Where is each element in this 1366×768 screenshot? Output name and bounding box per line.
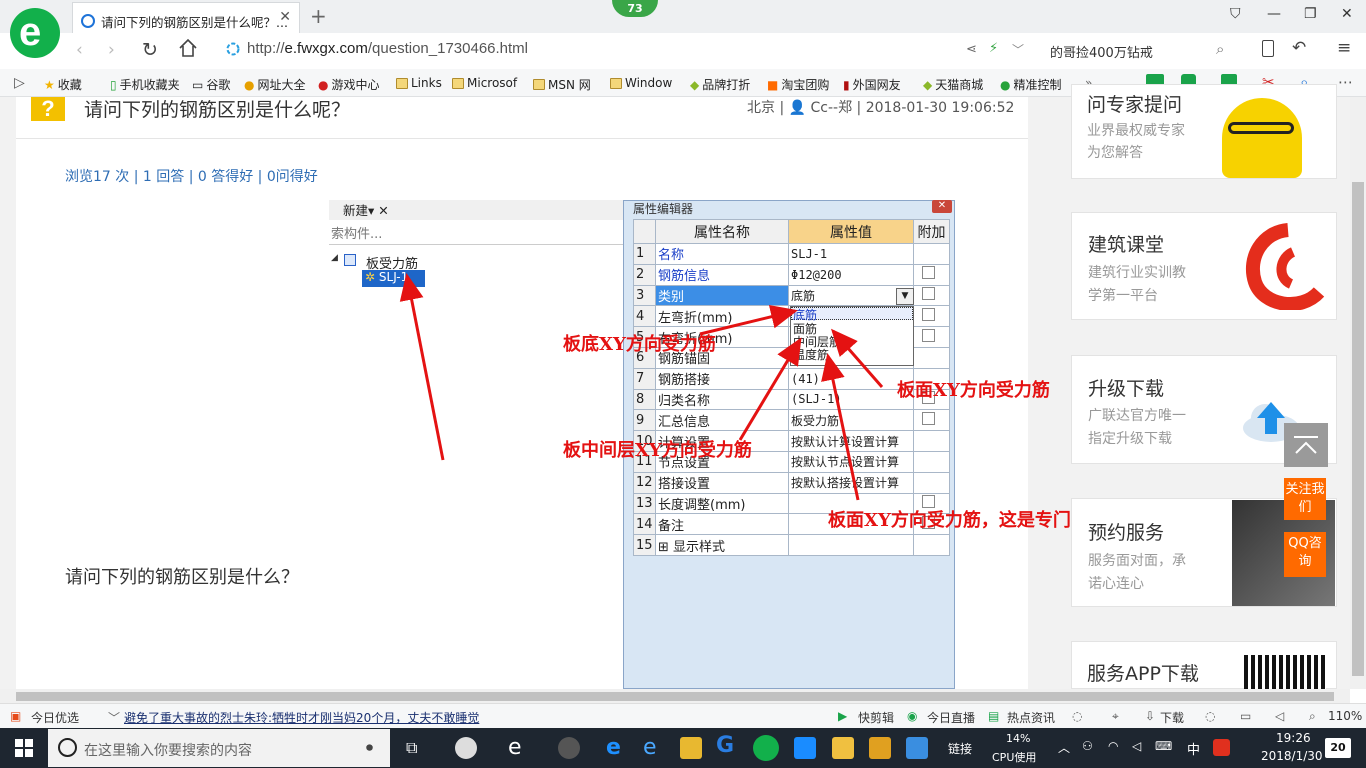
notification-center-button[interactable]: 20 [1325,738,1351,758]
speed-icon[interactable]: ◌ [1072,709,1082,723]
zoom-icon: ⌕ [1309,709,1316,723]
edge-e-icon[interactable]: e [508,735,522,760]
status-daily-picks[interactable]: 今日优选 [31,709,79,726]
ie-icon[interactable]: e [643,735,657,760]
annotation-top: 板面XY方向受力筋 [897,380,1050,401]
mascot-icon [1222,98,1302,178]
mute-icon[interactable]: ◁ [1275,709,1284,723]
sidebar-service-sub: 诺心连心 [1088,576,1144,592]
microphone-icon[interactable]: ⏺ [366,740,373,756]
g-app-icon[interactable]: G [716,733,734,758]
follow-us-button[interactable]: 关注我们 [1284,478,1326,520]
pin-icon[interactable]: ⌖ [1112,709,1119,724]
task-view-icon[interactable]: ⧉ [406,738,417,758]
sidebar-upgrade-sub: 指定升级下载 [1088,431,1172,447]
chevron-down-icon: ﹀ [108,711,121,725]
window-icon[interactable]: ▭ [1240,709,1251,723]
edge-icon[interactable]: e [606,735,621,760]
clock-time[interactable]: 19:26 [1276,731,1311,745]
status-clip[interactable]: 快剪辑 [858,709,894,726]
vertical-scroll-thumb[interactable] [1352,182,1364,676]
cpu-percent: 14% [1006,732,1031,745]
sidebar-expert-sub: 为您解答 [1087,145,1143,161]
annotation-bottom: 板底XY方向受力筋 [563,334,716,355]
taskbar-links[interactable]: 链接 [948,740,972,757]
arrow [821,353,860,501]
file-explorer-icon[interactable] [680,737,702,759]
annotation-middle: 板中间层XY方向受力筋 [563,440,752,461]
clean-icon[interactable]: ◌ [1205,709,1215,723]
status-news-link[interactable]: 避免了重大事故的烈士朱玲:牺牲时才刚当妈20个月，丈夫不敢睡觉 [124,709,479,726]
sidebar-service-title: 预约服务 [1088,522,1165,544]
sogou-icon[interactable] [1213,739,1230,756]
clip-icon: ▶ [838,709,848,723]
media-app-icon[interactable] [906,737,928,759]
arrow [831,328,884,388]
notes-app-icon[interactable] [832,737,854,759]
clock-date[interactable]: 2018/1/30 [1261,749,1323,763]
status-hot-news[interactable]: 热点资讯 [1007,709,1055,726]
horizontal-scroll-thumb[interactable] [16,692,1334,701]
news-icon: ▤ [988,709,1000,723]
sidebar-course-sub: 建筑行业实训教 [1088,265,1186,281]
gift-icon: ▣ [10,709,22,723]
ime-indicator[interactable]: 中 [1187,739,1200,758]
qr-code-icon [1244,655,1326,689]
sidebar-expert-title: 问专家提问 [1087,94,1183,116]
arrow [399,273,445,461]
browser-taskbar-icon[interactable] [753,735,779,761]
people-icon[interactable]: ⚇ [1082,739,1093,753]
glasses-icon [1228,122,1294,134]
keyboard-icon[interactable]: ⌨ [1155,739,1172,753]
live-icon: ◉ [907,709,918,723]
back-to-top-button[interactable] [1284,423,1328,467]
download-icon: ⇩ [1145,709,1156,723]
windows-start-icon[interactable] [15,739,33,757]
sidebar-upgrade-sub: 广联达官方唯一 [1088,408,1186,424]
app-icon[interactable] [558,737,580,759]
help-app-icon[interactable] [869,737,891,759]
sidebar-expert-sub: 业界最权威专家 [1087,123,1185,139]
puzzle-app-icon[interactable] [794,737,816,759]
volume-icon[interactable]: ◁ [1132,739,1141,753]
arrow [738,337,802,441]
taskbar-search-input[interactable]: 在这里输入你要搜索的内容 [84,740,252,760]
zoom-level[interactable]: 110% [1328,709,1362,723]
sidebar-service-sub: 服务面对面，承 [1088,553,1186,569]
course-logo-icon [1243,222,1333,310]
cpu-label: CPU使用 [992,751,1037,764]
sidebar-upgrade-title: 升级下载 [1088,378,1165,400]
tray-expand-icon[interactable]: ︿ [1058,739,1070,756]
sidebar-course-sub: 学第一平台 [1088,288,1158,304]
status-live[interactable]: 今日直播 [927,709,975,726]
status-download[interactable]: 下载 [1160,709,1184,726]
sidebar-course-title: 建筑课堂 [1088,234,1165,256]
wifi-icon[interactable]: ◠ [1108,739,1118,753]
qq-consult-button[interactable]: QQ咨询 [1284,532,1326,577]
cortana-icon [58,738,77,757]
sidebar-app-title: 服务APP下载 [1087,663,1199,685]
pinwheel-app-icon[interactable] [455,737,477,759]
browser-logo-icon[interactable]: e [10,8,60,58]
